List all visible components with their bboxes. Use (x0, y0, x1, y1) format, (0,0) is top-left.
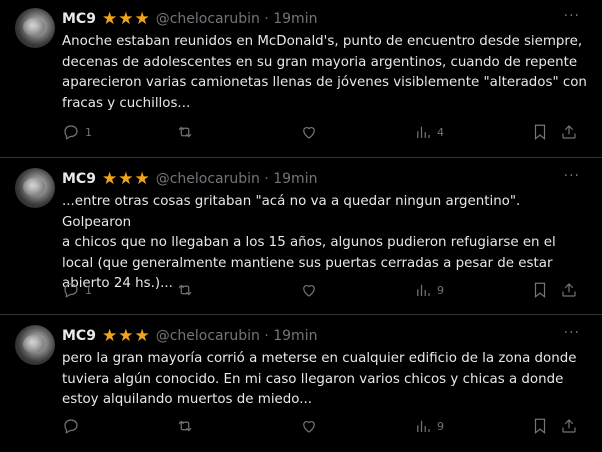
like-button[interactable] (300, 123, 323, 141)
bookmark-icon (534, 418, 546, 435)
tweet[interactable]: MC9 ★ ★ ★ @chelocarubin · 19min ··· Anoc… (0, 0, 602, 157)
star-icon: ★ (134, 168, 150, 189)
tweet-header: MC9 ★ ★ ★ @chelocarubin · 19min (62, 169, 317, 189)
share-icon (562, 125, 576, 139)
views-button[interactable]: 4 (414, 123, 444, 141)
views-count: 9 (437, 419, 444, 433)
views-icon (417, 126, 430, 138)
tweet-header: MC9 ★ ★ ★ @chelocarubin · 19min (62, 326, 317, 346)
retweet-button[interactable] (176, 417, 199, 435)
star-icon: ★ (134, 8, 150, 29)
reply-icon (64, 125, 78, 140)
views-icon (417, 284, 430, 296)
reply-button[interactable] (62, 417, 85, 435)
views-count: 4 (437, 125, 444, 139)
reply-button[interactable]: 1 (62, 281, 92, 299)
display-name[interactable]: MC9 (62, 11, 96, 27)
like-button[interactable] (300, 417, 323, 435)
bookmark-button[interactable] (531, 281, 549, 299)
display-name[interactable]: MC9 (62, 171, 96, 187)
views-button[interactable]: 9 (414, 281, 444, 299)
more-icon[interactable]: ··· (564, 325, 580, 341)
tweet-header: MC9 ★ ★ ★ @chelocarubin · 19min (62, 9, 317, 29)
star-badges: ★ ★ ★ (101, 8, 151, 29)
views-button[interactable]: 9 (414, 417, 444, 435)
tweet-actions: 1 9 (62, 281, 592, 301)
reply-count: 1 (85, 283, 92, 297)
tweet-actions: 9 (62, 417, 592, 437)
bookmark-button[interactable] (531, 417, 549, 435)
retweet-icon (178, 284, 192, 296)
share-button[interactable] (560, 417, 578, 435)
retweet-button[interactable] (176, 281, 199, 299)
tweet-text: ...entre otras cosas gritaban "acá no va… (62, 194, 556, 291)
handle-and-time[interactable]: @chelocarubin · 19min (156, 11, 318, 27)
tweet-text: pero la gran mayoría corrió a meterse en… (62, 351, 577, 407)
heart-icon (303, 285, 315, 297)
like-button[interactable] (300, 281, 323, 299)
retweet-icon (178, 126, 192, 138)
share-icon (562, 283, 576, 297)
avatar[interactable] (15, 168, 55, 208)
share-button[interactable] (560, 281, 578, 299)
bookmark-icon (534, 124, 546, 141)
tweet[interactable]: MC9 ★ ★ ★ @chelocarubin · 19min ··· ...e… (0, 160, 602, 314)
bookmark-button[interactable] (531, 123, 549, 141)
handle-and-time[interactable]: @chelocarubin · 19min (156, 171, 318, 187)
more-icon[interactable]: ··· (564, 168, 580, 184)
avatar[interactable] (15, 8, 55, 48)
star-icon: ★ (118, 168, 134, 189)
star-icon: ★ (101, 168, 118, 189)
retweet-button[interactable] (176, 123, 199, 141)
star-icon: ★ (134, 325, 150, 346)
star-badges: ★ ★ ★ (101, 168, 151, 189)
star-icon: ★ (118, 8, 134, 29)
star-icon: ★ (101, 8, 118, 29)
handle-and-time[interactable]: @chelocarubin · 19min (156, 328, 318, 344)
display-name[interactable]: MC9 (62, 328, 96, 344)
reply-button[interactable]: 1 (62, 123, 92, 141)
heart-icon (303, 421, 315, 433)
avatar[interactable] (15, 325, 55, 365)
tweet[interactable]: MC9 ★ ★ ★ @chelocarubin · 19min ··· pero… (0, 317, 602, 452)
reply-icon (64, 283, 78, 298)
star-icon: ★ (118, 325, 134, 346)
star-badges: ★ ★ ★ (101, 325, 151, 346)
more-icon[interactable]: ··· (564, 8, 580, 24)
heart-icon (303, 127, 315, 139)
share-button[interactable] (560, 123, 578, 141)
share-icon (562, 419, 576, 433)
views-count: 9 (437, 283, 444, 297)
reply-icon (64, 419, 78, 434)
divider (0, 314, 602, 315)
tweet-text: Anoche estaban reunidos en McDonald's, p… (62, 34, 587, 111)
divider (0, 157, 602, 158)
reply-count: 1 (85, 125, 92, 139)
bookmark-icon (534, 282, 546, 299)
tweet-actions: 1 4 (62, 123, 592, 143)
retweet-icon (178, 420, 192, 432)
star-icon: ★ (101, 325, 118, 346)
views-icon (417, 420, 430, 432)
